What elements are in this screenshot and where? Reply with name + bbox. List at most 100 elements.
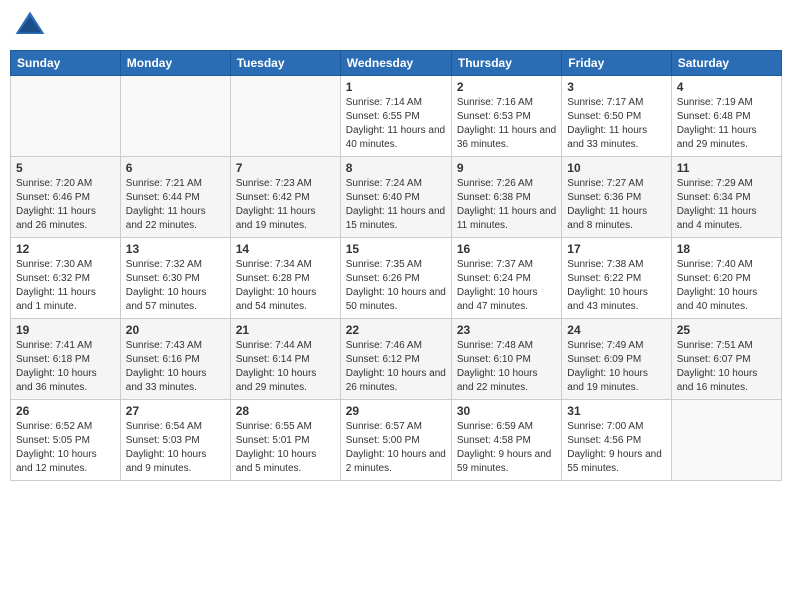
calendar-cell: 5 Sunrise: 7:20 AM Sunset: 6:46 PM Daylig… <box>11 157 121 238</box>
day-number: 27 <box>126 404 225 418</box>
day-number: 5 <box>16 161 115 175</box>
day-info: Sunrise: 7:17 AM Sunset: 6:50 PM Dayligh… <box>567 96 665 152</box>
day-number: 16 <box>457 242 556 256</box>
calendar-cell: 13Sunrise: 7:32 AM Sunset: 6:30 PM Dayli… <box>120 238 230 319</box>
calendar-cell: 9 Sunrise: 7:26 AM Sunset: 6:38 PM Daylig… <box>451 157 561 238</box>
calendar-cell: 8 Sunrise: 7:24 AM Sunset: 6:40 PM Daylig… <box>340 157 451 238</box>
calendar-cell <box>671 400 781 481</box>
day-info: Sunrise: 7:43 AM Sunset: 6:16 PM Dayligh… <box>126 339 225 395</box>
day-info: Sunrise: 7:21 AM Sunset: 6:44 PM Dayligh… <box>126 177 225 233</box>
calendar-cell: 24 Sunrise: 7:49 AM Sunset: 6:09 PM Dayli… <box>562 319 671 400</box>
day-info: Sunrise: 7:41 AM Sunset: 6:18 PM Dayligh… <box>16 339 115 395</box>
day-number: 10 <box>567 161 665 175</box>
day-number: 2 <box>457 80 556 94</box>
day-info: Sunrise: 7:37 AM Sunset: 6:24 PM Dayligh… <box>457 258 556 314</box>
day-info: Sunrise: 6:59 AM Sunset: 4:58 PM Dayligh… <box>457 420 556 476</box>
logo <box>14 10 50 42</box>
calendar-table: SundayMondayTuesdayWednesdayThursdayFrid… <box>10 50 782 481</box>
day-header-monday: Monday <box>120 51 230 76</box>
day-number: 4 <box>677 80 776 94</box>
day-info: Sunrise: 7:26 AM Sunset: 6:38 PM Dayligh… <box>457 177 556 233</box>
day-number: 21 <box>236 323 335 337</box>
calendar-cell: 6 Sunrise: 7:21 AM Sunset: 6:44 PM Daylig… <box>120 157 230 238</box>
day-info: Sunrise: 7:38 AM Sunset: 6:22 PM Dayligh… <box>567 258 665 314</box>
day-number: 20 <box>126 323 225 337</box>
calendar-week-row: 19 Sunrise: 7:41 AM Sunset: 6:18 PM Dayli… <box>11 319 782 400</box>
day-number: 13 <box>126 242 225 256</box>
day-number: 1 <box>346 80 446 94</box>
calendar-cell: 2Sunrise: 7:16 AM Sunset: 6:53 PM Daylig… <box>451 76 561 157</box>
day-header-sunday: Sunday <box>11 51 121 76</box>
day-info: Sunrise: 6:52 AM Sunset: 5:05 PM Dayligh… <box>16 420 115 476</box>
calendar-cell: 27 Sunrise: 6:54 AM Sunset: 5:03 PM Dayli… <box>120 400 230 481</box>
day-info: Sunrise: 7:27 AM Sunset: 6:36 PM Dayligh… <box>567 177 665 233</box>
day-number: 11 <box>677 161 776 175</box>
calendar-cell: 20 Sunrise: 7:43 AM Sunset: 6:16 PM Dayli… <box>120 319 230 400</box>
calendar-cell: 18 Sunrise: 7:40 AM Sunset: 6:20 PM Dayli… <box>671 238 781 319</box>
day-number: 14 <box>236 242 335 256</box>
day-number: 29 <box>346 404 446 418</box>
day-info: Sunrise: 7:30 AM Sunset: 6:32 PM Dayligh… <box>16 258 115 314</box>
day-info: Sunrise: 7:34 AM Sunset: 6:28 PM Dayligh… <box>236 258 335 314</box>
calendar-cell: 19 Sunrise: 7:41 AM Sunset: 6:18 PM Dayli… <box>11 319 121 400</box>
calendar-cell: 12 Sunrise: 7:30 AM Sunset: 6:32 PM Dayli… <box>11 238 121 319</box>
calendar-cell: 3 Sunrise: 7:17 AM Sunset: 6:50 PM Daylig… <box>562 76 671 157</box>
calendar-cell: 22 Sunrise: 7:46 AM Sunset: 6:12 PM Dayli… <box>340 319 451 400</box>
day-info: Sunrise: 7:44 AM Sunset: 6:14 PM Dayligh… <box>236 339 335 395</box>
calendar-cell: 25Sunrise: 7:51 AM Sunset: 6:07 PM Dayli… <box>671 319 781 400</box>
calendar-cell: 28 Sunrise: 6:55 AM Sunset: 5:01 PM Dayli… <box>230 400 340 481</box>
calendar-cell: 7Sunrise: 7:23 AM Sunset: 6:42 PM Daylig… <box>230 157 340 238</box>
day-number: 3 <box>567 80 665 94</box>
calendar-cell: 31Sunrise: 7:00 AM Sunset: 4:56 PM Dayli… <box>562 400 671 481</box>
calendar-cell: 4 Sunrise: 7:19 AM Sunset: 6:48 PM Daylig… <box>671 76 781 157</box>
day-info: Sunrise: 7:46 AM Sunset: 6:12 PM Dayligh… <box>346 339 446 395</box>
day-number: 6 <box>126 161 225 175</box>
day-number: 17 <box>567 242 665 256</box>
calendar-week-row: 26 Sunrise: 6:52 AM Sunset: 5:05 PM Dayli… <box>11 400 782 481</box>
day-number: 28 <box>236 404 335 418</box>
day-number: 31 <box>567 404 665 418</box>
day-info: Sunrise: 7:49 AM Sunset: 6:09 PM Dayligh… <box>567 339 665 395</box>
calendar-cell: 21 Sunrise: 7:44 AM Sunset: 6:14 PM Dayli… <box>230 319 340 400</box>
calendar-cell <box>230 76 340 157</box>
calendar-cell <box>11 76 121 157</box>
calendar-cell: 15 Sunrise: 7:35 AM Sunset: 6:26 PM Dayli… <box>340 238 451 319</box>
day-number: 8 <box>346 161 446 175</box>
day-number: 15 <box>346 242 446 256</box>
day-info: Sunrise: 6:57 AM Sunset: 5:00 PM Dayligh… <box>346 420 446 476</box>
day-info: Sunrise: 7:35 AM Sunset: 6:26 PM Dayligh… <box>346 258 446 314</box>
calendar-cell: 23Sunrise: 7:48 AM Sunset: 6:10 PM Dayli… <box>451 319 561 400</box>
day-number: 30 <box>457 404 556 418</box>
day-header-friday: Friday <box>562 51 671 76</box>
day-info: Sunrise: 7:14 AM Sunset: 6:55 PM Dayligh… <box>346 96 446 152</box>
calendar-cell: 1 Sunrise: 7:14 AM Sunset: 6:55 PM Daylig… <box>340 76 451 157</box>
calendar-week-row: 1 Sunrise: 7:14 AM Sunset: 6:55 PM Daylig… <box>11 76 782 157</box>
day-info: Sunrise: 7:24 AM Sunset: 6:40 PM Dayligh… <box>346 177 446 233</box>
day-info: Sunrise: 7:23 AM Sunset: 6:42 PM Dayligh… <box>236 177 335 233</box>
day-info: Sunrise: 6:54 AM Sunset: 5:03 PM Dayligh… <box>126 420 225 476</box>
day-header-saturday: Saturday <box>671 51 781 76</box>
day-number: 22 <box>346 323 446 337</box>
day-info: Sunrise: 7:29 AM Sunset: 6:34 PM Dayligh… <box>677 177 776 233</box>
day-number: 26 <box>16 404 115 418</box>
day-number: 12 <box>16 242 115 256</box>
day-info: Sunrise: 6:55 AM Sunset: 5:01 PM Dayligh… <box>236 420 335 476</box>
day-number: 9 <box>457 161 556 175</box>
day-info: Sunrise: 7:20 AM Sunset: 6:46 PM Dayligh… <box>16 177 115 233</box>
day-number: 24 <box>567 323 665 337</box>
day-info: Sunrise: 7:48 AM Sunset: 6:10 PM Dayligh… <box>457 339 556 395</box>
day-info: Sunrise: 7:40 AM Sunset: 6:20 PM Dayligh… <box>677 258 776 314</box>
day-number: 19 <box>16 323 115 337</box>
calendar-cell: 16 Sunrise: 7:37 AM Sunset: 6:24 PM Dayli… <box>451 238 561 319</box>
calendar-cell <box>120 76 230 157</box>
day-number: 18 <box>677 242 776 256</box>
calendar-cell: 26 Sunrise: 6:52 AM Sunset: 5:05 PM Dayli… <box>11 400 121 481</box>
day-info: Sunrise: 7:51 AM Sunset: 6:07 PM Dayligh… <box>677 339 776 395</box>
calendar-cell: 17 Sunrise: 7:38 AM Sunset: 6:22 PM Dayli… <box>562 238 671 319</box>
day-header-tuesday: Tuesday <box>230 51 340 76</box>
day-header-thursday: Thursday <box>451 51 561 76</box>
calendar-week-row: 12 Sunrise: 7:30 AM Sunset: 6:32 PM Dayli… <box>11 238 782 319</box>
day-header-wednesday: Wednesday <box>340 51 451 76</box>
day-info: Sunrise: 7:19 AM Sunset: 6:48 PM Dayligh… <box>677 96 776 152</box>
calendar-cell: 30 Sunrise: 6:59 AM Sunset: 4:58 PM Dayli… <box>451 400 561 481</box>
